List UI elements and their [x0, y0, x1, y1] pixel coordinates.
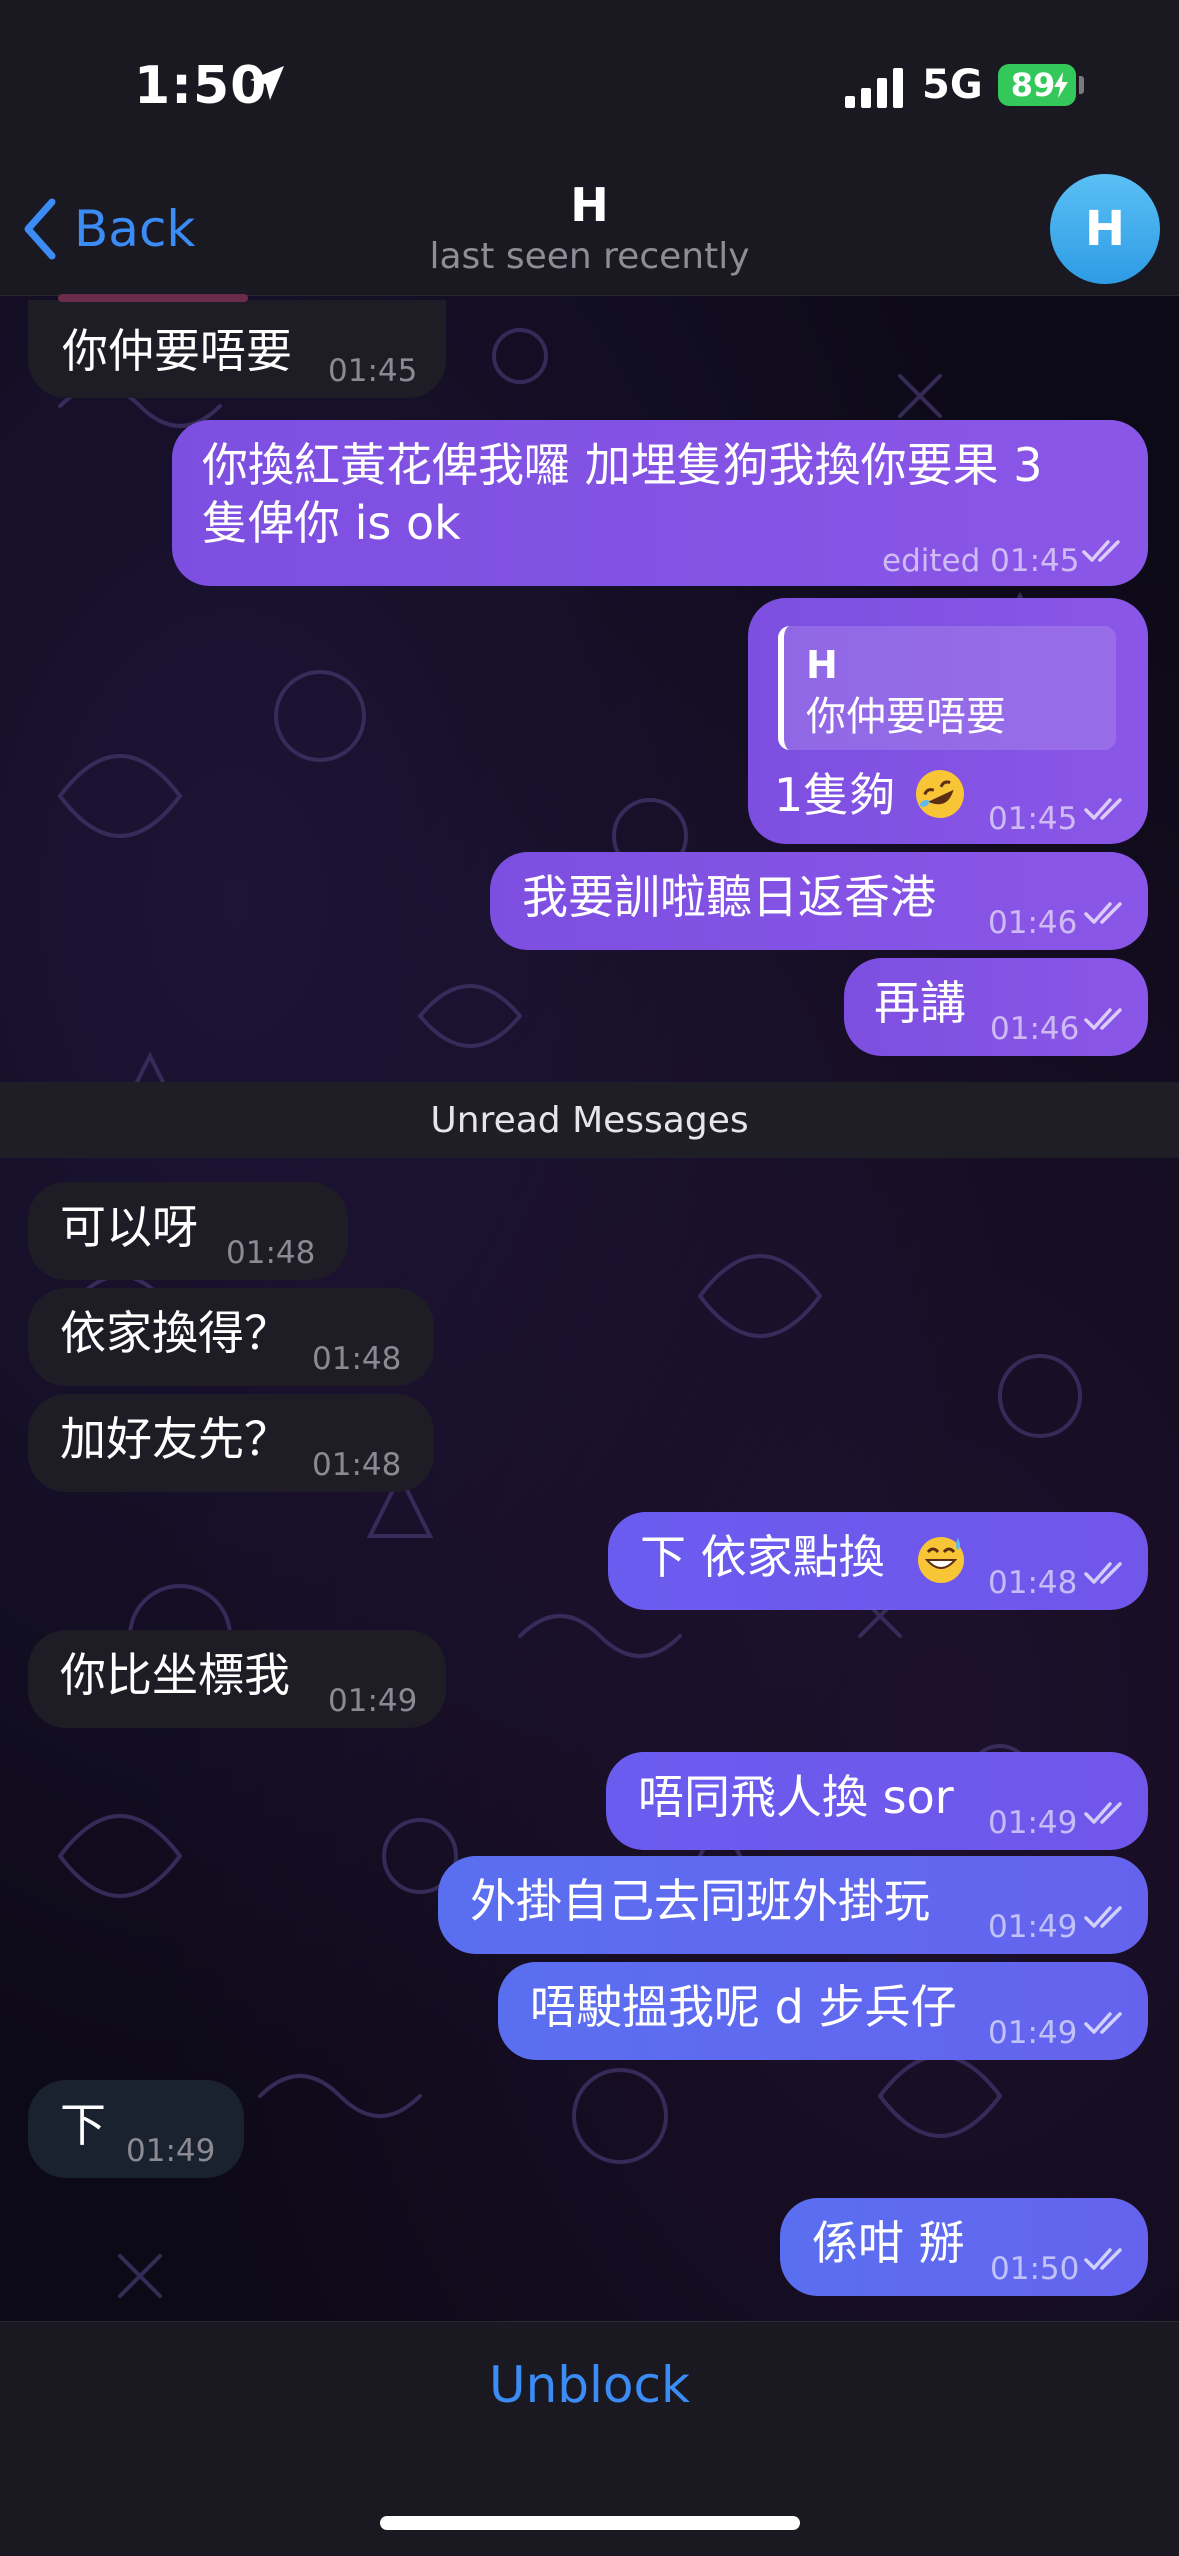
battery-level: 89	[1010, 66, 1056, 104]
message-time: 01:49	[126, 2133, 216, 2169]
message-bubble-outgoing[interactable]: 你換紅黃花俾我囉 加埋隻狗我換你要果 3 隻俾你 is ok edited 01…	[172, 420, 1148, 586]
message-bubble-incoming[interactable]: 加好友先？ 01:48	[28, 1394, 434, 1492]
message-time: 01:45	[328, 353, 418, 389]
bottom-bar: Unblock	[0, 2321, 1179, 2556]
message-text: 1隻夠	[774, 768, 896, 822]
message-time: 01:49	[988, 2015, 1078, 2051]
message-text: 你換紅黃花俾我囉 加埋隻狗我換你要果 3	[202, 438, 1043, 492]
last-seen-status: last seen recently	[429, 236, 750, 277]
message-text: 隻俾你 is ok	[202, 496, 461, 550]
read-checkmarks-icon	[1084, 2012, 1122, 2034]
unread-messages-divider: Unread Messages	[0, 1082, 1179, 1158]
message-bubble-incoming[interactable]: 你仲要唔要 01:45	[28, 294, 446, 398]
message-time: 01:45	[988, 801, 1078, 837]
cellular-signal-icon	[845, 68, 903, 108]
message-text: 你比坐標我	[60, 1648, 290, 1702]
grinning-sweat-emoji-icon	[918, 1537, 964, 1583]
message-time: edited 01:45	[882, 543, 1080, 579]
message-time: 01:49	[988, 1909, 1078, 1945]
battery-cap	[1079, 76, 1084, 94]
message-bubble-incoming[interactable]: 依家換得？ 01:48	[28, 1288, 434, 1386]
message-text: 下 依家點換	[640, 1530, 885, 1584]
unblock-button[interactable]: Unblock	[0, 2356, 1179, 2414]
message-text: 可以呀	[60, 1200, 198, 1254]
message-time: 01:48	[988, 1565, 1078, 1601]
message-text: 唔同飛人換 sor	[638, 1770, 954, 1824]
message-text: 加好友先？	[60, 1412, 290, 1466]
avatar-letter: H	[1084, 201, 1126, 257]
message-time: 01:48	[312, 1341, 402, 1377]
chat-title[interactable]: H	[0, 178, 1179, 232]
reply-author: H	[806, 643, 838, 687]
avatar[interactable]: H	[1050, 174, 1160, 284]
message-bubble-incoming[interactable]: 你比坐標我 01:49	[28, 1630, 446, 1728]
message-text: 再講	[874, 976, 966, 1030]
rolling-laughing-emoji-icon	[916, 770, 964, 818]
message-text: 唔駛搵我呢 d 步兵仔	[530, 1980, 957, 2034]
message-time: 01:48	[226, 1235, 316, 1271]
message-text: 你仲要唔要	[62, 324, 292, 378]
message-bubble-outgoing[interactable]: 我要訓啦聽日返香港 01:46	[490, 852, 1148, 950]
network-type: 5G	[922, 62, 983, 108]
message-text: 我要訓啦聽日返香港	[522, 870, 936, 924]
status-bar: 1:50 5G 89	[0, 0, 1179, 170]
read-checkmarks-icon	[1084, 1562, 1122, 1584]
message-bubble-incoming[interactable]: 下 01:49	[28, 2080, 244, 2178]
message-bubble-outgoing[interactable]: 再講 01:46	[844, 958, 1148, 1056]
chat-header: Back H last seen recently H	[0, 170, 1179, 296]
read-checkmarks-icon	[1084, 902, 1122, 924]
message-bubble-outgoing[interactable]: 唔同飛人換 sor 01:49	[606, 1752, 1148, 1850]
message-text: 外掛自己去同班外掛玩	[470, 1874, 930, 1928]
message-time: 01:46	[988, 905, 1078, 941]
message-time: 01:48	[312, 1447, 402, 1483]
reply-text: 你仲要唔要	[806, 694, 1006, 740]
read-checkmarks-icon	[1084, 2248, 1122, 2270]
read-checkmarks-icon	[1084, 798, 1122, 820]
location-arrow-icon	[250, 66, 284, 100]
read-checkmarks-icon	[1082, 540, 1120, 562]
home-indicator[interactable]	[380, 2516, 800, 2530]
message-bubble-outgoing[interactable]: 唔駛搵我呢 d 步兵仔 01:49	[498, 1962, 1148, 2060]
read-checkmarks-icon	[1084, 1802, 1122, 1824]
message-time: 01:46	[990, 1011, 1080, 1047]
message-bubble-incoming[interactable]: 可以呀 01:48	[28, 1182, 348, 1280]
message-bubble-outgoing[interactable]: 外掛自己去同班外掛玩 01:49	[438, 1856, 1148, 1954]
message-bubble-outgoing[interactable]: 係咁 掰 01:50	[780, 2198, 1148, 2296]
battery-indicator: 89	[998, 64, 1076, 106]
message-text: 依家換得？	[60, 1306, 290, 1360]
message-time: 01:49	[988, 1805, 1078, 1841]
read-checkmarks-icon	[1084, 1906, 1122, 1928]
message-time: 01:49	[328, 1683, 418, 1719]
read-checkmarks-icon	[1084, 1008, 1122, 1030]
message-time: 01:50	[990, 2251, 1080, 2287]
charging-bolt-icon	[1054, 72, 1068, 98]
message-bubble-outgoing-reply[interactable]: H 你仲要唔要 1隻夠 01:45	[748, 598, 1148, 844]
message-bubble-outgoing[interactable]: 下 依家點換 01:48	[608, 1512, 1148, 1610]
reply-quote[interactable]: H 你仲要唔要	[778, 626, 1116, 750]
message-text: 下	[60, 2098, 106, 2152]
reply-accent	[58, 294, 248, 302]
message-text: 係咁 掰	[812, 2216, 965, 2270]
